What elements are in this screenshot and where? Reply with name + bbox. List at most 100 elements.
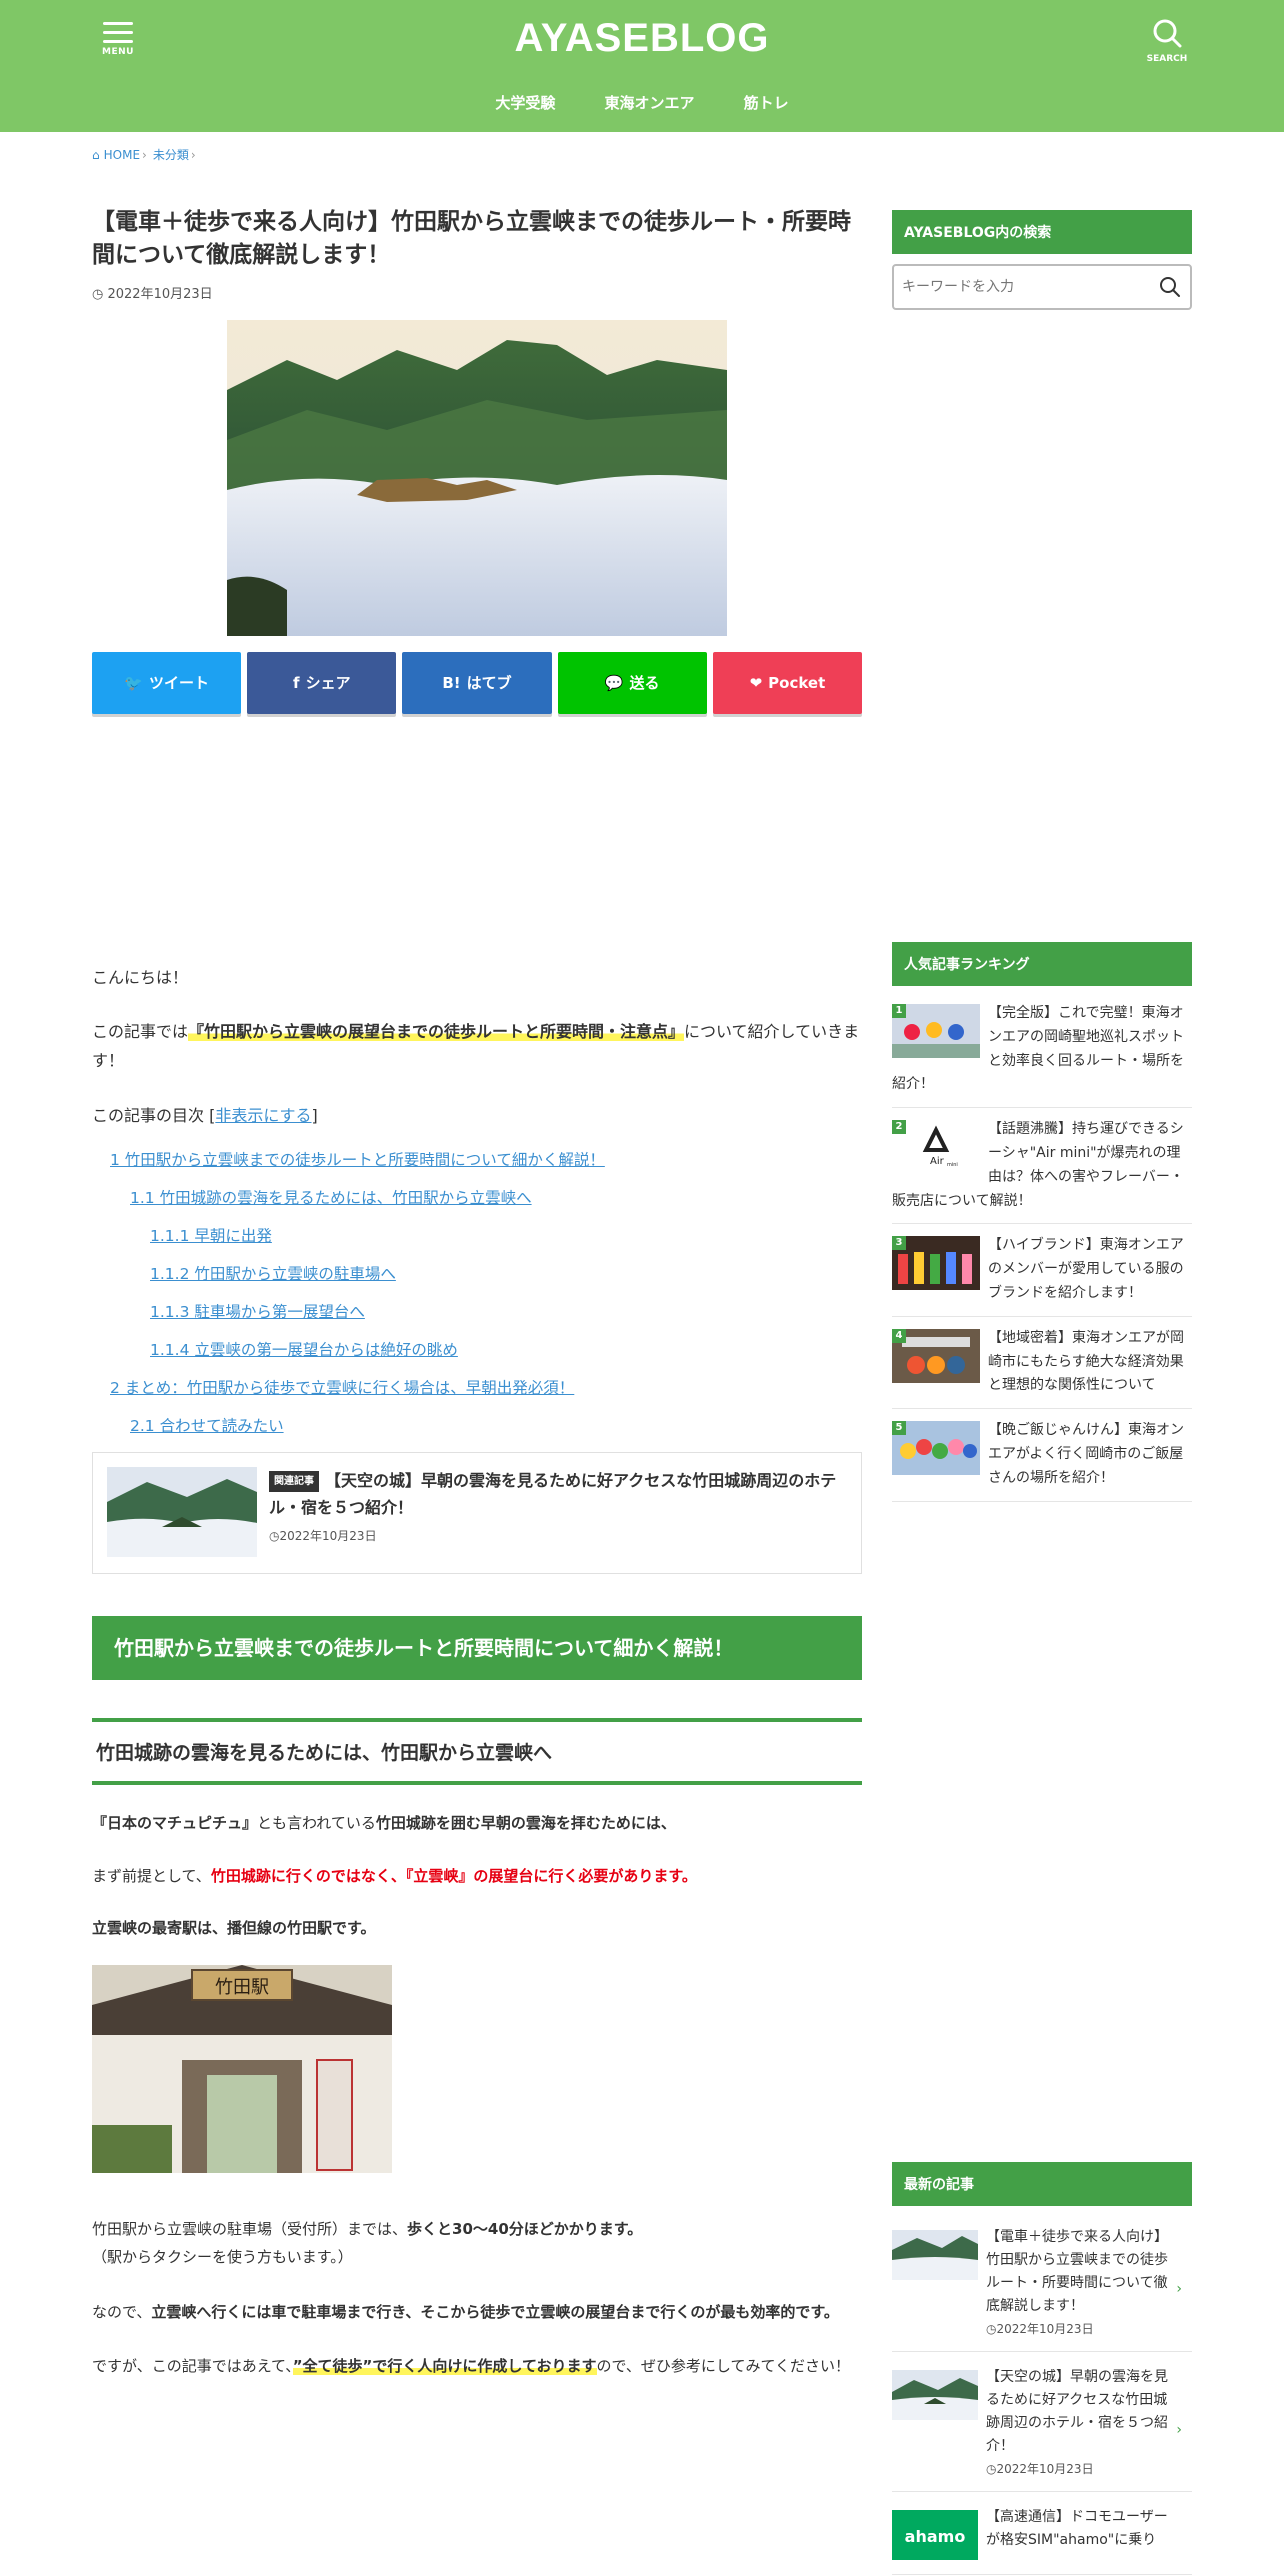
related-article-date: ◷2022年10月23日 — [269, 1527, 847, 1544]
p5-b: 立雲峡へ行くには車で駐車場まで行き、そこから徒歩で立雲峡の展望台まで行くのが最も… — [151, 2302, 839, 2321]
new-post-date-text: 2022年10月23日 — [996, 2462, 1094, 2477]
paragraph-5: なので、立雲峡へ行くには車で駐車場まで行き、そこから徒歩で立雲峡の展望台まで行く… — [92, 2298, 862, 2327]
paragraph-2: まず前提として、竹田城跡に行くのではなく、『立雲峡』の展望台に行く必要があります… — [92, 1862, 862, 1891]
toc-link[interactable]: 1.1.3 駐車場から第一展望台へ — [150, 1303, 365, 1321]
clock-icon: ◷ — [986, 2462, 997, 2477]
share-twitter-button[interactable]: 🐦 ツイート — [92, 651, 242, 714]
new-post-item[interactable]: 【天空の城】早朝の雲海を見るために好アクセスな竹田城跡周辺のホテル・宿を５つ紹介… — [892, 2352, 1192, 2493]
post-date-text: 2022年10月23日 — [107, 286, 213, 302]
search-icon[interactable] — [1158, 275, 1182, 299]
related-article-thumbnail — [107, 1467, 257, 1558]
nav-item-kintore[interactable]: 筋トレ — [744, 92, 789, 113]
toc-label-end: ] — [311, 1106, 318, 1126]
new-posts-list: 【電車＋徒歩で来る人向け】竹田駅から立雲峡までの徒歩ルート・所要時間について徹底… — [892, 2212, 1192, 2575]
ranking-list: 1 【完全版】これで完璧！東海オンエアの岡崎聖地巡礼スポットと効率良く回るルート… — [892, 992, 1192, 1502]
search-icon — [1153, 19, 1182, 48]
toc-link[interactable]: 1.1.2 竹田駅から立雲峡の駐車場へ — [150, 1265, 396, 1283]
sidebar-search-box — [892, 264, 1192, 310]
toc-item: 1 竹田駅から立雲峡までの徒歩ルートと所要時間について細かく解説！ — [110, 1148, 862, 1170]
toc-item: 1.1.4 立雲峡の第一展望台からは絶好の眺め — [150, 1338, 862, 1360]
rank-number: 1 — [892, 1004, 906, 1018]
paragraph-4: 竹田駅から立雲峡の駐車場（受付所）までは、歩くと30〜40分ほどかかります。 （駅… — [92, 2215, 862, 2272]
intro-highlight: 『竹田駅から立雲峡の展望台までの徒歩ルートと所要時間・注意点』 — [188, 1022, 685, 1042]
toc-link[interactable]: 2.1 合わせて読みたい — [130, 1417, 284, 1435]
p6-c: ので、ぜひ参考にしてみてください！ — [596, 2357, 851, 2376]
ranking-title: 【ハイブランド】東海オンエアのメンバーが愛用している服のブランドを紹介します！ — [988, 1237, 1184, 1301]
toc-link[interactable]: 1.1.1 早朝に出発 — [150, 1227, 272, 1245]
ranking-item[interactable]: 3 【ハイブランド】東海オンエアのメンバーが愛用している服のブランドを紹介します… — [892, 1224, 1192, 1317]
toc-label: この記事の目次 [ — [92, 1106, 216, 1126]
intro-paragraph: この記事では『竹田駅から立雲峡の展望台までの徒歩ルートと所要時間・注意点』につい… — [92, 1018, 862, 1076]
paragraph-1: 『日本のマチュピチュ』とも言われている竹田城跡を囲む早朝の雲海を拝むためには、 — [92, 1809, 862, 1838]
paragraph-3: 立雲峡の最寄駅は、播但線の竹田駅です。 — [92, 1914, 862, 1943]
toc-item: 1.1.1 早朝に出発 — [150, 1224, 862, 1246]
new-post-date: ◷2022年10月23日 — [986, 2460, 1176, 2477]
sidebar-ad-space-2 — [892, 1502, 1192, 2162]
station-sign-text: 竹田駅 — [215, 1977, 269, 1998]
ranking-item[interactable]: 1 【完全版】これで完璧！東海オンエアの岡崎聖地巡礼スポットと効率良く回るルート… — [892, 992, 1192, 1109]
chevron-right-icon: › — [1176, 2421, 1182, 2438]
post-date: ◷ 2022年10月23日 — [92, 283, 862, 302]
ranking-title: 【地域密着】東海オンエアが岡崎市にもたらす絶大な経済効果と理想的な関係性について — [988, 1329, 1184, 1394]
rank-number: 3 — [892, 1236, 906, 1251]
p2-b: 竹田城跡に行くのではなく、『立雲峡』の展望台に行く必要があります。 — [210, 1866, 697, 1885]
home-icon: ⌂ — [92, 148, 100, 162]
p4-a: 竹田駅から立雲峡の駐車場（受付所）までは、 — [92, 2219, 408, 2238]
ahamo-logo-text: ahamo — [905, 2527, 966, 2546]
new-post-item[interactable]: ahamo 【高速通信】ドコモユーザーが格安SIM"ahamo"に乗り — [892, 2492, 1192, 2575]
toc-item: 1.1 竹田城跡の雲海を見るためには、竹田駅から立雲峡へ — [130, 1186, 862, 1208]
clock-icon: ◷ — [986, 2321, 997, 2336]
p6-b: ”全て徒歩”で行く人向けに作成しております — [292, 2357, 597, 2376]
search-widget-title: AYASEBLOG内の検索 — [892, 210, 1192, 254]
search-input[interactable] — [894, 266, 1134, 308]
toc-link[interactable]: 2 まとめ：竹田駅から徒歩で立雲峡に行く場合は、早朝出発必須！ — [110, 1379, 574, 1397]
share-facebook-button[interactable]: f シェア — [247, 651, 397, 714]
nav-item-juken[interactable]: 大学受験 — [495, 92, 555, 113]
share-pocket-label: Pocket — [768, 673, 826, 692]
related-article-card[interactable]: 関連記事 【天空の城】早朝の雲海を見るために好アクセスな竹田城跡周辺のホテル・宿を… — [92, 1452, 862, 1575]
share-hatena-button[interactable]: B! はてブ — [402, 651, 552, 714]
nav-item-tokai-onair[interactable]: 東海オンエア — [604, 92, 694, 113]
share-facebook-label: シェア — [305, 674, 351, 693]
new-post-thumbnail: ahamo — [892, 2510, 978, 2561]
rank-number: 2 — [892, 1120, 906, 1135]
facebook-icon: f — [293, 673, 300, 692]
related-title-text: 【天空の城】早朝の雲海を見るために好アクセスな竹田城跡周辺のホテル・宿を５つ紹介… — [269, 1471, 837, 1518]
toc-item: 1.1.2 竹田駅から立雲峡の駐車場へ — [150, 1262, 862, 1284]
sidebar: AYASEBLOG内の検索 人気記事ランキング 1 【完全版】これで完璧！東海オ… — [892, 210, 1192, 2575]
site-title[interactable]: AYASEBLOG — [0, 16, 1284, 61]
ranking-widget-title: 人気記事ランキング — [892, 942, 1192, 986]
p6-a: ですが、この記事ではあえて、 — [92, 2357, 293, 2376]
toc-link[interactable]: 1.1 竹田城跡の雲海を見るためには、竹田駅から立雲峡へ — [130, 1189, 532, 1207]
chevron-right-icon: › — [1176, 2281, 1182, 2298]
section-heading-h3: 竹田城跡の雲海を見るためには、竹田駅から立雲峡へ — [92, 1718, 862, 1786]
new-post-item[interactable]: 【電車＋徒歩で来る人向け】竹田駅から立雲峡までの徒歩ルート・所要時間について徹底… — [892, 2212, 1192, 2352]
sidebar-ad-space — [892, 310, 1192, 942]
breadcrumb-home[interactable]: HOME — [104, 148, 140, 162]
toc-toggle-link[interactable]: 非表示にする — [215, 1106, 311, 1125]
new-post-date: ◷2022年10月23日 — [986, 2320, 1176, 2337]
toc-item: 2.1 合わせて読みたい — [130, 1414, 862, 1436]
header-search-button[interactable]: SEARCH — [1143, 18, 1191, 68]
table-of-contents: 1 竹田駅から立雲峡までの徒歩ルートと所要時間について細かく解説！ 1.1 竹田… — [110, 1148, 862, 1436]
breadcrumb-category[interactable]: 未分類 — [153, 148, 189, 162]
p4-c: （駅からタクシーを使う方もいます。） — [92, 2248, 353, 2267]
toc-link[interactable]: 1 竹田駅から立雲峡までの徒歩ルートと所要時間について細かく解説！ — [110, 1151, 605, 1169]
toc-link[interactable]: 1.1.4 立雲峡の第一展望台からは絶好の眺め — [150, 1341, 458, 1359]
share-twitter-label: ツイート — [148, 674, 209, 693]
share-buttons: 🐦 ツイート f シェア B! はてブ 💬 送る ❤ Pocket — [92, 651, 863, 714]
search-caption: SEARCH — [1146, 54, 1188, 64]
ranking-item[interactable]: 5 【晩ご飯じゃんけん】東海オンエアがよく行く岡崎市のご飯屋さんの場所を紹介！ — [892, 1409, 1192, 1502]
ranking-thumbnail: Air mini 2 — [892, 1120, 980, 1175]
intro-pre: この記事では — [92, 1022, 189, 1042]
share-pocket-button[interactable]: ❤ Pocket — [712, 651, 863, 714]
new-post-title: 【天空の城】早朝の雲海を見るために好アクセスな竹田城跡周辺のホテル・宿を５つ紹介… — [986, 2368, 1168, 2455]
ranking-item[interactable]: 4 【地域密着】東海オンエアが岡崎市にもたらす絶大な経済効果と理想的な関係性につ… — [892, 1317, 1192, 1410]
ranking-thumbnail: 3 — [892, 1236, 980, 1291]
ranking-item[interactable]: Air mini 2 【話題沸騰】持ち運びできるシーシャ"Air mini"が爆売… — [892, 1108, 1192, 1225]
p1-a: 『日本のマチュピチュ』 — [92, 1814, 258, 1833]
global-nav: 大学受験 東海オンエア 筋トレ — [0, 92, 1284, 113]
ranking-title: 【晩ご飯じゃんけん】東海オンエアがよく行く岡崎市のご飯屋さんの場所を紹介！ — [988, 1422, 1184, 1486]
share-line-button[interactable]: 💬 送る — [557, 651, 707, 714]
rank-number: 5 — [892, 1421, 906, 1436]
